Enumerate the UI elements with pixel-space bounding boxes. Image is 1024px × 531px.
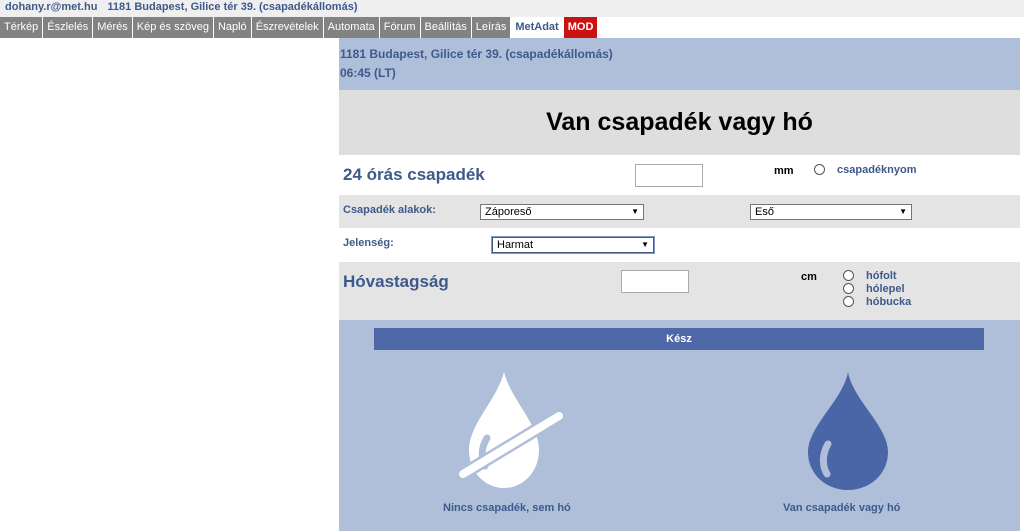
- snow-depth-row: Hóvastagság cm hófolt hólepel hóbucka: [339, 262, 1020, 320]
- precip-unit: mm: [774, 165, 794, 177]
- status-band: Van csapadék vagy hó: [339, 90, 1020, 155]
- observation-panel: 1181 Budapest, Gilice tér 39. (csapadéká…: [339, 38, 1020, 531]
- no-precip-caption: Nincs csapadék, sem hó: [443, 502, 571, 514]
- precip-form-value-2: Eső: [755, 206, 774, 218]
- precip-forms-row: Csapadék alakok: Záporeső ▼ Eső ▼: [339, 195, 1020, 228]
- snow-drift-radio[interactable]: [843, 296, 854, 307]
- top-bar: dohany.r@met.hu 1181 Budapest, Gilice tér…: [0, 0, 1024, 17]
- trace-label: csapadéknyom: [837, 164, 917, 176]
- precip-forms-label: Csapadék alakok:: [343, 204, 436, 216]
- done-button[interactable]: Kész: [374, 328, 984, 350]
- tab-kep-es-szoveg[interactable]: Kép és szöveg: [132, 17, 213, 38]
- precip-choice[interactable]: [798, 366, 898, 496]
- page: dohany.r@met.hu 1181 Budapest, Gilice tér…: [0, 0, 1024, 531]
- precip-24h-input[interactable]: [635, 164, 703, 187]
- phenomenon-select[interactable]: Harmat ▼: [492, 237, 654, 253]
- phenomenon-label: Jelenség:: [343, 237, 394, 249]
- user-email: dohany.r@met.hu: [5, 1, 98, 13]
- crossed-drop-icon: [456, 372, 566, 488]
- header-station: 1181 Budapest, Gilice tér 39. (csapadéká…: [340, 47, 613, 61]
- precip-caption: Van csapadék vagy hó: [783, 502, 901, 514]
- trace-radio[interactable]: [814, 164, 825, 175]
- main-nav: Térkép Észlelés Mérés Kép és szöveg Napl…: [0, 17, 599, 38]
- snow-depth-input[interactable]: [621, 270, 689, 293]
- phenomenon-row: Jelenség: Harmat ▼: [339, 228, 1020, 262]
- snow-patch-radio[interactable]: [843, 270, 854, 281]
- snow-cover-label: hólepel: [866, 283, 905, 295]
- precip-form-select-1[interactable]: Záporeső ▼: [480, 204, 644, 220]
- drop-icon: [808, 372, 888, 490]
- snow-unit: cm: [801, 271, 817, 283]
- tab-metadat[interactable]: MetAdat: [511, 17, 563, 38]
- snow-patch-label: hófolt: [866, 270, 897, 282]
- station-name: 1181 Budapest, Gilice tér 39. (csapadéká…: [107, 1, 358, 13]
- precip-24h-label: 24 órás csapadék: [343, 165, 485, 184]
- status-title: Van csapadék vagy hó: [546, 108, 813, 136]
- tab-leiras[interactable]: Leírás: [471, 17, 511, 38]
- tab-mod[interactable]: MOD: [563, 17, 598, 38]
- tab-forum[interactable]: Fórum: [379, 17, 420, 38]
- precip-form-value-1: Záporeső: [485, 206, 532, 218]
- snow-drift-label: hóbucka: [866, 296, 912, 308]
- dropdown-arrow-icon: ▼: [641, 240, 649, 249]
- precip-24h-row: 24 órás csapadék mm csapadéknyom: [339, 155, 1020, 195]
- panel-header: 1181 Budapest, Gilice tér 39. (csapadéká…: [339, 38, 1020, 90]
- tab-naplo[interactable]: Napló: [213, 17, 251, 38]
- tab-eszrevetelek[interactable]: Észrevételek: [251, 17, 323, 38]
- no-precip-choice[interactable]: [439, 366, 569, 496]
- phenomenon-value: Harmat: [497, 239, 534, 251]
- tab-eszleles[interactable]: Észlelés: [43, 17, 93, 38]
- dropdown-arrow-icon: ▼: [899, 207, 907, 216]
- header-time: 06:45 (LT): [340, 66, 396, 80]
- snow-depth-label: Hóvastagság: [343, 272, 449, 291]
- tab-automata[interactable]: Automata: [323, 17, 379, 38]
- tab-terkep[interactable]: Térkép: [0, 17, 43, 38]
- tab-meres[interactable]: Mérés: [93, 17, 132, 38]
- tab-beallitas[interactable]: Beállítás: [420, 17, 471, 38]
- snow-cover-radio[interactable]: [843, 283, 854, 294]
- dropdown-arrow-icon: ▼: [631, 207, 639, 216]
- precip-form-select-2[interactable]: Eső ▼: [750, 204, 912, 220]
